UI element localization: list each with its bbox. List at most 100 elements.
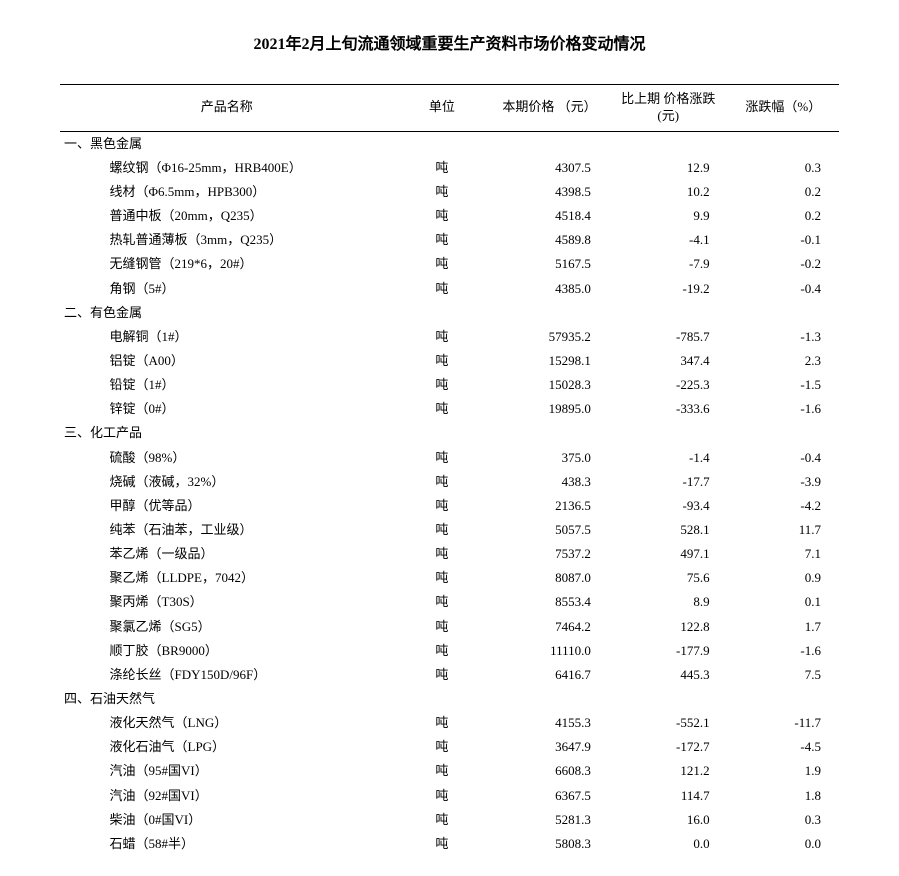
- pct-cell: -1.6: [728, 639, 839, 663]
- price-cell: 5808.3: [490, 832, 609, 856]
- pct-cell: -0.2: [728, 252, 839, 276]
- unit-cell: 吨: [394, 494, 491, 518]
- price-cell: 4155.3: [490, 711, 609, 735]
- product-name: 苯乙烯（一级品）: [64, 544, 214, 564]
- diff-cell: 122.8: [609, 615, 728, 639]
- pct-cell: 0.0: [728, 832, 839, 856]
- pct-cell: 0.9: [728, 566, 839, 590]
- product-name: 铅锭（1#）: [64, 375, 175, 395]
- col-header-unit: 单位: [394, 85, 491, 132]
- table-row: 硫酸（98%）吨375.0-1.4-0.4: [60, 446, 839, 470]
- category-row: 二、有色金属: [60, 301, 839, 325]
- table-row: 普通中板（20mm，Q235）吨4518.49.90.2: [60, 204, 839, 228]
- pct-cell: -0.4: [728, 277, 839, 301]
- table-row: 聚丙烯（T30S）吨8553.48.90.1: [60, 590, 839, 614]
- diff-cell: 0.0: [609, 832, 728, 856]
- pct-cell: 0.2: [728, 180, 839, 204]
- col-header-pct: 涨跌幅（%）: [728, 85, 839, 132]
- category-row: 四、石油天然气: [60, 687, 839, 711]
- pct-cell: 0.2: [728, 204, 839, 228]
- table-header-row: 产品名称 单位 本期价格 （元） 比上期 价格涨跌(元) 涨跌幅（%）: [60, 85, 839, 132]
- product-name: 硫酸（98%）: [64, 448, 185, 468]
- product-name: 普通中板（20mm，Q235）: [64, 206, 263, 226]
- price-cell: 4385.0: [490, 277, 609, 301]
- price-cell: 57935.2: [490, 325, 609, 349]
- product-name: 汽油（92#国VI）: [64, 786, 208, 806]
- product-name: 铝锭（A00）: [64, 351, 184, 371]
- pct-cell: -4.2: [728, 494, 839, 518]
- table-row: 线材（Φ6.5mm，HPB300）吨4398.510.20.2: [60, 180, 839, 204]
- category-heading: 一、黑色金属: [64, 134, 142, 154]
- unit-cell: 吨: [394, 446, 491, 470]
- pct-cell: 0.3: [728, 808, 839, 832]
- product-name: 烧碱（液碱，32%）: [64, 472, 224, 492]
- price-cell: 15028.3: [490, 373, 609, 397]
- diff-cell: 347.4: [609, 349, 728, 373]
- pct-cell: -1.6: [728, 397, 839, 421]
- pct-cell: 7.1: [728, 542, 839, 566]
- table-row: 锌锭（0#）吨19895.0-333.6-1.6: [60, 397, 839, 421]
- pct-cell: 0.1: [728, 590, 839, 614]
- product-name: 涤纶长丝（FDY150D/96F）: [64, 665, 266, 685]
- unit-cell: 吨: [394, 277, 491, 301]
- pct-cell: -4.5: [728, 735, 839, 759]
- unit-cell: 吨: [394, 325, 491, 349]
- unit-cell: 吨: [394, 397, 491, 421]
- diff-cell: 16.0: [609, 808, 728, 832]
- unit-cell: 吨: [394, 180, 491, 204]
- unit-cell: 吨: [394, 228, 491, 252]
- table-row: 苯乙烯（一级品）吨7537.2497.17.1: [60, 542, 839, 566]
- product-name: 聚丙烯（T30S）: [64, 592, 203, 612]
- diff-cell: 114.7: [609, 784, 728, 808]
- table-row: 螺纹钢（Φ16-25mm，HRB400E）吨4307.512.90.3: [60, 156, 839, 180]
- unit-cell: 吨: [394, 470, 491, 494]
- pct-cell: 7.5: [728, 663, 839, 687]
- diff-cell: -1.4: [609, 446, 728, 470]
- diff-cell: -17.7: [609, 470, 728, 494]
- table-row: 甲醇（优等品）吨2136.5-93.4-4.2: [60, 494, 839, 518]
- product-name: 液化石油气（LPG）: [64, 737, 225, 757]
- pct-cell: 0.3: [728, 156, 839, 180]
- price-cell: 2136.5: [490, 494, 609, 518]
- diff-cell: -172.7: [609, 735, 728, 759]
- pct-cell: 2.3: [728, 349, 839, 373]
- diff-cell: 497.1: [609, 542, 728, 566]
- diff-cell: 10.2: [609, 180, 728, 204]
- product-name: 热轧普通薄板（3mm，Q235）: [64, 230, 282, 250]
- unit-cell: 吨: [394, 735, 491, 759]
- table-row: 汽油（95#国VI）吨6608.3121.21.9: [60, 759, 839, 783]
- unit-cell: 吨: [394, 518, 491, 542]
- pct-cell: 1.7: [728, 615, 839, 639]
- unit-cell: 吨: [394, 784, 491, 808]
- diff-cell: 528.1: [609, 518, 728, 542]
- price-cell: 4589.8: [490, 228, 609, 252]
- diff-cell: 12.9: [609, 156, 728, 180]
- product-name: 汽油（95#国VI）: [64, 761, 208, 781]
- product-name: 液化天然气（LNG）: [64, 713, 227, 733]
- price-cell: 4398.5: [490, 180, 609, 204]
- col-header-diff: 比上期 价格涨跌(元): [609, 85, 728, 132]
- unit-cell: 吨: [394, 663, 491, 687]
- price-cell: 5167.5: [490, 252, 609, 276]
- diff-cell: 75.6: [609, 566, 728, 590]
- unit-cell: 吨: [394, 808, 491, 832]
- pct-cell: -3.9: [728, 470, 839, 494]
- category-heading: 二、有色金属: [64, 303, 142, 323]
- table-row: 电解铜（1#）吨57935.2-785.7-1.3: [60, 325, 839, 349]
- table-row: 聚氯乙烯（SG5）吨7464.2122.81.7: [60, 615, 839, 639]
- product-name: 纯苯（石油苯，工业级）: [64, 520, 253, 540]
- table-row: 柴油（0#国VI）吨5281.316.00.3: [60, 808, 839, 832]
- table-row: 烧碱（液碱，32%）吨438.3-17.7-3.9: [60, 470, 839, 494]
- product-name: 柴油（0#国VI）: [64, 810, 201, 830]
- table-row: 汽油（92#国VI）吨6367.5114.71.8: [60, 784, 839, 808]
- category-heading: 三、化工产品: [64, 423, 142, 443]
- table-row: 铅锭（1#）吨15028.3-225.3-1.5: [60, 373, 839, 397]
- table-row: 液化天然气（LNG）吨4155.3-552.1-11.7: [60, 711, 839, 735]
- unit-cell: 吨: [394, 590, 491, 614]
- price-cell: 4307.5: [490, 156, 609, 180]
- price-cell: 7537.2: [490, 542, 609, 566]
- price-cell: 7464.2: [490, 615, 609, 639]
- unit-cell: 吨: [394, 373, 491, 397]
- price-cell: 6367.5: [490, 784, 609, 808]
- price-cell: 3647.9: [490, 735, 609, 759]
